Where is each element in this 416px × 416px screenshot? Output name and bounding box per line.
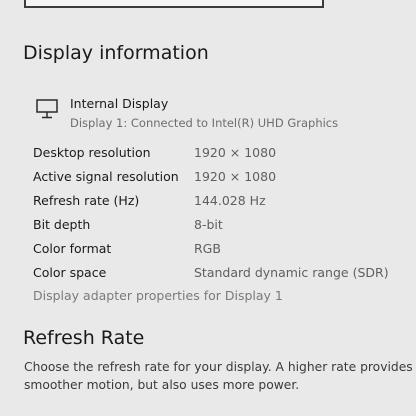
display-name: Internal Display bbox=[70, 96, 169, 111]
info-row-active-signal-resolution: Active signal resolution 1920 × 1080 bbox=[33, 167, 413, 187]
display-connection-subtitle: Display 1: Connected to Intel(R) UHD Gra… bbox=[70, 116, 339, 130]
display-adapter-properties-link[interactable]: Display adapter properties for Display 1 bbox=[33, 288, 283, 303]
info-label: Refresh rate (Hz) bbox=[33, 193, 140, 208]
monitor-icon bbox=[36, 99, 58, 119]
display-information-heading: Display information bbox=[23, 42, 209, 64]
info-value: 8-bit bbox=[194, 217, 223, 232]
info-label: Color space bbox=[33, 265, 107, 280]
info-label: Active signal resolution bbox=[33, 169, 179, 184]
info-row-refresh-rate: Refresh rate (Hz) 144.028 Hz bbox=[33, 191, 413, 211]
refresh-rate-description: Choose the refresh rate for your display… bbox=[24, 360, 413, 392]
info-label: Bit depth bbox=[33, 217, 91, 232]
refresh-rate-heading: Refresh Rate bbox=[23, 327, 145, 349]
info-row-color-space: Color space Standard dynamic range (SDR) bbox=[33, 263, 413, 283]
info-label: Desktop resolution bbox=[33, 145, 151, 160]
info-row-color-format: Color format RGB bbox=[33, 239, 413, 259]
info-row-desktop-resolution: Desktop resolution 1920 × 1080 bbox=[33, 143, 413, 163]
info-value: 1920 × 1080 bbox=[194, 169, 277, 184]
info-value: 144.028 Hz bbox=[194, 193, 266, 208]
info-value: RGB bbox=[194, 241, 221, 256]
display-select-dropdown[interactable] bbox=[24, 0, 324, 8]
info-value: 1920 × 1080 bbox=[194, 145, 277, 160]
info-row-bit-depth: Bit depth 8-bit bbox=[33, 215, 413, 235]
info-value: Standard dynamic range (SDR) bbox=[194, 265, 389, 280]
info-label: Color format bbox=[33, 241, 112, 256]
